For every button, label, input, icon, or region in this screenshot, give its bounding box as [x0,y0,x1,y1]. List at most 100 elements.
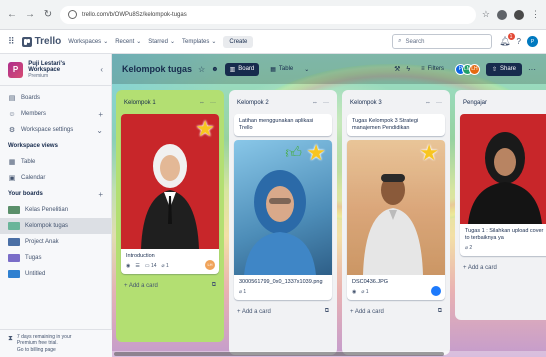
description-icon: ☰ [135,263,140,270]
bookmark-star-icon[interactable]: ☆ [482,9,490,20]
create-button[interactable]: Create [223,35,254,48]
sidebar-item-calendar[interactable]: ▣ Calendar [0,170,111,186]
board-thumbnail [8,238,20,246]
automation-icon[interactable]: ϟ [406,66,410,73]
sidebar-item-settings[interactable]: ⚙ Workspace settings ⌄ [0,122,111,138]
site-info-icon[interactable] [68,10,77,19]
list-menu-icon[interactable]: ··· [323,100,329,106]
list-menu-icon[interactable]: ··· [210,100,216,106]
members-icon: ☺ [8,110,16,118]
table-view-icon: ▦ [270,66,276,73]
app-switcher-icon[interactable]: ⠿ [8,36,15,47]
add-card-button[interactable]: + Add a card ⧉ [347,304,445,320]
list-header[interactable]: Kelompok 2 ⇔ ··· [234,96,332,110]
url-text: trello.com/b/OWPu8Sz/kelompok-tugas [82,11,187,18]
add-card-button[interactable]: + Add a card [460,260,546,276]
menu-recent[interactable]: Recent ⌄ [115,38,141,46]
list-header[interactable]: Kelompok 3 ⇔ ··· [347,96,445,110]
card-member-avatar[interactable] [431,285,441,296]
sidebar-item-table[interactable]: ▦ Table [0,154,111,170]
search-input[interactable]: ⌕ Search [392,34,493,49]
menu-starred[interactable]: Starred ⌄ [148,38,175,46]
sidebar: P Puji Lestari's Workspace Premium ‹ ▤ B… [0,54,112,357]
menu-workspaces[interactable]: Workspaces ⌄ [68,38,108,46]
board-icon: ▤ [8,95,16,102]
reload-icon[interactable]: ↻ [42,9,54,21]
board-thumbnail [8,222,20,230]
sidebar-board-project-anak[interactable]: Project Anak [0,234,111,250]
card-title: Introduction [126,253,155,259]
card-tugas-kelompok-3[interactable]: Tugas Kelompok 3 Strategi manajemen Pend… [347,114,445,137]
workspace-header[interactable]: P Puji Lestari's Workspace Premium ‹ [0,54,111,86]
sidebar-board-kelompok-tugas[interactable]: Kelompok tugas [0,218,111,234]
view-table-button[interactable]: ▦ Table [265,63,298,76]
card-image-png[interactable]: ★ 👍︎ 3000561799_0x0_1337x1039.png ⌀ 1 [234,140,332,300]
add-card-button[interactable]: + Add a card ⧉ [234,304,332,320]
watch-icon: ◉ [352,289,357,296]
sidebar-item-boards[interactable]: ▤ Boards [0,90,111,106]
comment-icon: ▭ [144,263,150,270]
chevron-down-icon[interactable]: ⌄ [304,66,309,73]
add-card-button[interactable]: + Add a card ⧉ [121,278,219,294]
back-icon[interactable]: ← [6,9,18,21]
extension-icon[interactable] [497,9,507,20]
browser-toolbar: ← → ↻ trello.com/b/OWPu8Sz/kelompok-tuga… [0,0,546,30]
board-title[interactable]: Kelompok tugas [122,64,192,74]
account-avatar[interactable]: P [527,36,538,47]
horizontal-scrollbar[interactable] [112,351,546,357]
view-board-button[interactable]: ▥ Board [224,62,260,76]
workspace-logo: P [8,61,24,78]
card-cover-image: ★ [121,114,219,249]
board-members[interactable]: P LM LH [454,63,480,75]
power-up-icon[interactable]: ⚒ [394,65,400,73]
profile-icon[interactable] [514,9,524,20]
forward-icon[interactable]: → [24,9,36,21]
star-board-icon[interactable]: ☆ [198,65,205,74]
thumbs-up-sticker-icon: 👍︎ [285,145,302,163]
notifications-icon[interactable]: 🔔︎ 1 [499,33,515,47]
visibility-icon[interactable]: ☻ [211,66,218,73]
board-thumbnail [8,206,20,214]
collapse-sidebar-icon[interactable]: ‹ [100,65,103,74]
filters-button[interactable]: ≡ Filters [416,63,449,75]
collapse-list-icon[interactable]: ⇔ [312,100,318,106]
board-thumbnail [8,254,20,262]
sidebar-board-untitled[interactable]: Untitled [0,266,111,282]
sidebar-board-kelas-penelitian[interactable]: Kelas Penelitian [0,202,111,218]
card-image-jpg[interactable]: ★ DSC0436.JPG ◉ ⌀ 1 [347,140,445,300]
card-template-icon[interactable]: ⧉ [212,282,216,289]
member-avatar[interactable]: LH [468,63,480,75]
list-header[interactable]: Pengajar [460,96,546,110]
list-header[interactable]: Kelompok 1 ⇔ ··· [121,96,219,110]
attachments-badge: ⌀ 1 [239,289,247,296]
card-template-icon[interactable]: ⧉ [325,308,329,315]
card-template-icon[interactable]: ⧉ [438,308,442,315]
card-member-avatar[interactable]: LH [205,259,215,270]
address-bar[interactable]: trello.com/b/OWPu8Sz/kelompok-tugas [60,5,476,24]
sidebar-item-members[interactable]: ☺ Members + [0,106,111,122]
your-boards-heading: Your boards + [8,189,103,199]
card-latihan-trello[interactable]: Latihan menggunakan aplikasi Trello [234,114,332,137]
collapse-list-icon[interactable]: ⇔ [199,100,205,106]
menu-templates[interactable]: Templates ⌄ [182,38,216,46]
menu-dots-icon[interactable]: ⋮ [531,9,540,20]
star-sticker-icon: ★ [419,140,439,166]
add-member-icon[interactable]: + [98,110,103,119]
more-options-icon[interactable]: ··· [528,65,536,74]
collapse-list-icon[interactable]: ⇔ [425,100,431,106]
card-introduction[interactable]: ★ Introduction ◉ ☰ ▭ 14 ⌀ 1 LH [121,114,219,274]
help-icon[interactable]: ? [517,37,521,46]
billing-link[interactable]: Go to billing page [17,347,71,354]
workspace-plan: Premium [28,72,49,79]
board-canvas: Kelompok tugas ☆ ☻ ▥ Board ▦ Table ⌄ ⚒ ϟ ≡… [112,54,546,357]
scrollbar-thumb[interactable] [114,352,444,356]
add-board-icon[interactable]: + [98,190,103,199]
trello-logo[interactable]: Trello [21,36,61,47]
trial-notice[interactable]: ⧗ 7 days remaining in your Premium free … [0,328,112,357]
list-menu-icon[interactable]: ··· [436,100,442,106]
share-button[interactable]: ⇧ Share [485,62,522,76]
workspace-name: Puji Lestari's Workspace [28,60,66,73]
star-sticker-icon: ★ [195,116,215,141]
card-tugas-1[interactable]: Tugas 1 : Silahkan upload cover to terba… [460,114,546,256]
sidebar-board-tugas[interactable]: Tugas [0,250,111,266]
